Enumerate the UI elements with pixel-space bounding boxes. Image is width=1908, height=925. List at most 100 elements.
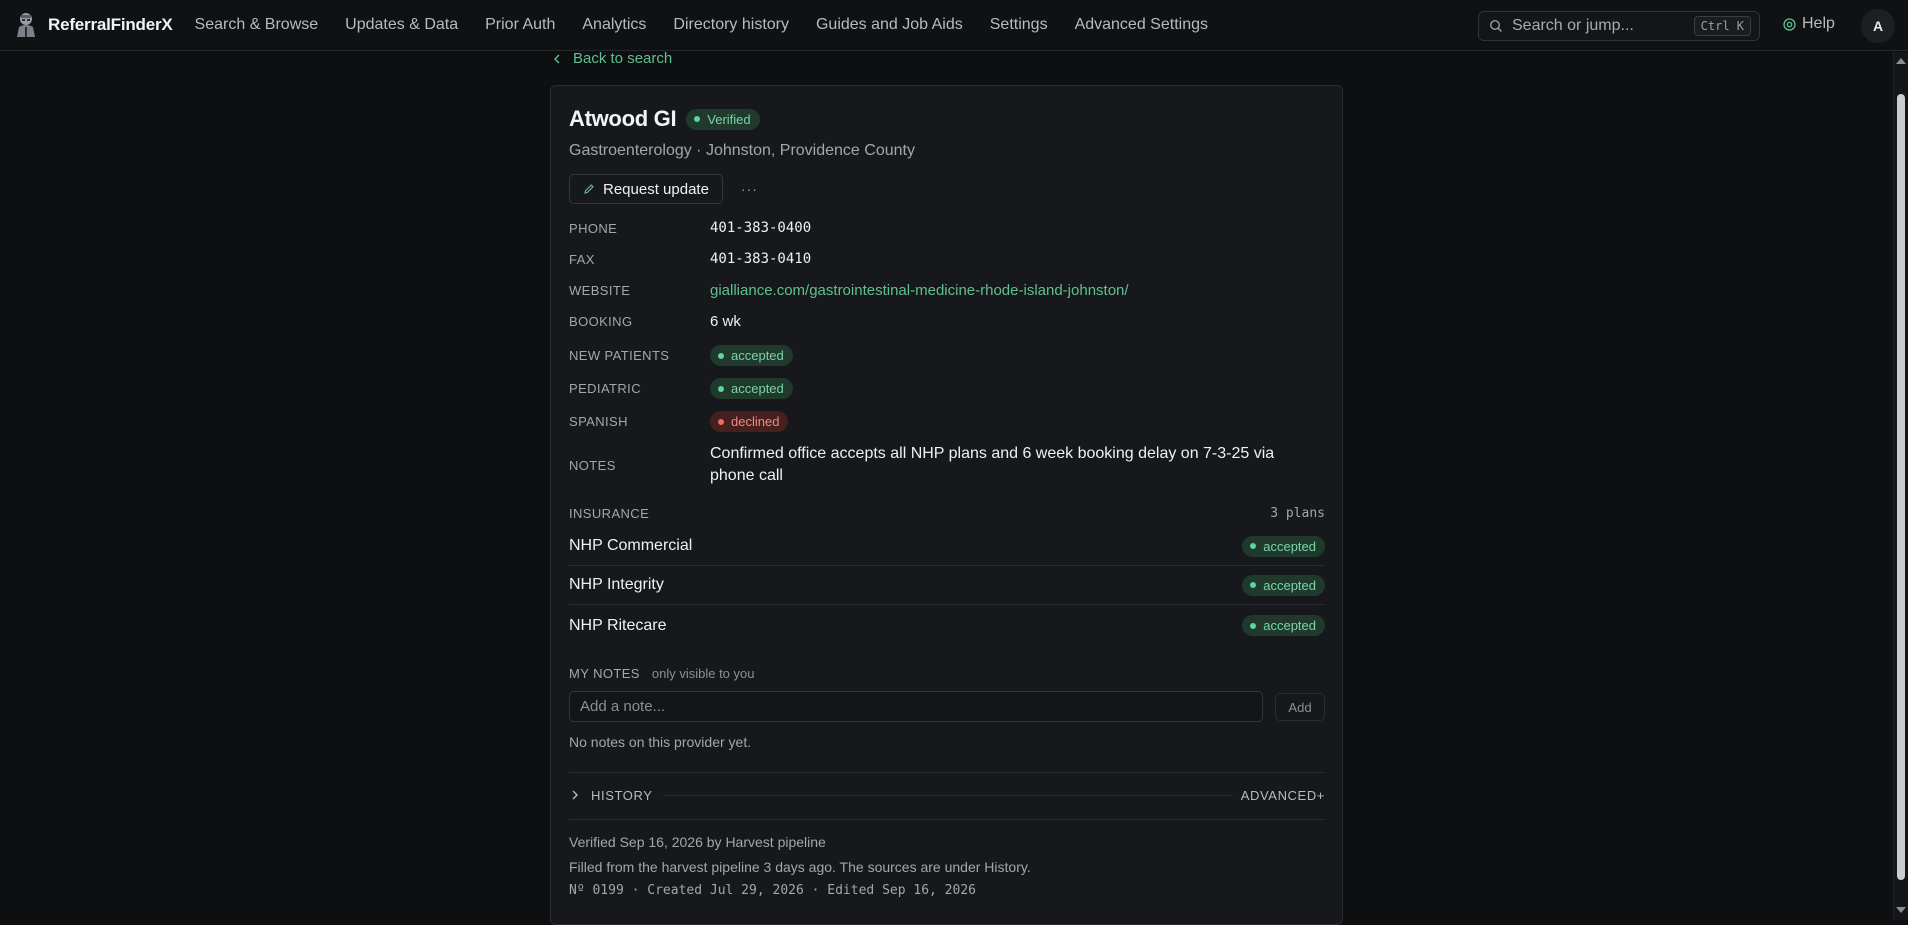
scroll-up-icon[interactable] <box>1896 58 1906 64</box>
website-label: WEBSITE <box>569 283 631 298</box>
plan-name: NHP Ritecare <box>569 616 667 634</box>
insurance-header: INSURANCE 3 plans <box>569 506 1325 521</box>
add-note-input[interactable]: Add a note... <box>569 691 1263 722</box>
user-avatar[interactable]: A <box>1861 9 1895 43</box>
provider-header: Atwood GI Verified <box>569 106 1325 132</box>
nav-analytics[interactable]: Analytics <box>582 16 646 34</box>
phone-value: 401-383-0400 <box>710 220 812 236</box>
verified-label: Verified <box>707 111 751 127</box>
pediatric-label: PEDIATRIC <box>569 381 641 396</box>
booking-value: 6 wk <box>710 313 741 330</box>
nav-guides-job-aids[interactable]: Guides and Job Aids <box>816 16 963 34</box>
request-update-label: Request update <box>603 180 709 198</box>
nav-prior-auth[interactable]: Prior Auth <box>485 16 555 34</box>
divider <box>569 772 1325 773</box>
insurance-plan-row: NHP Ritecare accepted <box>569 606 1325 645</box>
provider-card: Atwood GI Verified Gastroenterology · Jo… <box>550 85 1343 925</box>
provider-name: Atwood GI <box>569 106 677 131</box>
main-nav: Search & Browse Updates & Data Prior Aut… <box>195 16 1235 34</box>
plan-name: NHP Integrity <box>569 576 664 593</box>
phone-label: PHONE <box>569 220 618 236</box>
back-link-label: Back to search <box>573 50 673 67</box>
verified-badge: Verified <box>686 108 760 130</box>
nav-advanced-settings[interactable]: Advanced Settings <box>1075 16 1208 34</box>
add-note-button[interactable]: Add <box>1275 693 1325 721</box>
spanish-badge: declined <box>710 411 789 432</box>
booking-row: BOOKING 6 wk <box>569 313 1325 330</box>
search-shortcut-hint: Ctrl K <box>1693 16 1751 36</box>
my-notes-header: MY NOTES only visible to you <box>569 666 1325 681</box>
request-update-button[interactable]: Request update <box>569 174 723 204</box>
nav-updates-data[interactable]: Updates & Data <box>345 16 458 34</box>
notes-value: Confirmed office accepts all NHP plans a… <box>710 445 1275 484</box>
status-dot-icon <box>718 352 724 359</box>
scrollbar-thumb[interactable] <box>1897 94 1905 880</box>
search-icon <box>1489 19 1502 32</box>
fax-value: 401-383-0410 <box>710 251 812 267</box>
pediatric-badge: accepted <box>710 378 793 399</box>
record-info: Nº 0199 · Created Jul 29, 2026 · Edited … <box>569 883 976 898</box>
filled-info: Filled from the harvest pipeline 3 days … <box>569 859 1031 875</box>
new-patients-badge: accepted <box>710 345 793 366</box>
provider-actions: Request update ··· <box>569 174 1325 204</box>
logo-icon <box>17 13 35 37</box>
nav-search-browse[interactable]: Search & Browse <box>195 16 319 34</box>
notes-row: NOTES Confirmed office accepts all NHP p… <box>569 443 1325 487</box>
status-dot-icon <box>694 116 701 122</box>
status-dot-icon <box>1250 582 1257 588</box>
app-name: ReferralFinderX <box>48 15 173 34</box>
plan-status: accepted <box>1263 538 1316 554</box>
nav-settings[interactable]: Settings <box>990 16 1048 34</box>
chevron-right-icon[interactable] <box>571 790 579 800</box>
plan-status-badge: accepted <box>1242 574 1325 596</box>
insurance-plan-row: NHP Integrity accepted <box>569 566 1325 605</box>
insurance-label: INSURANCE <box>569 506 650 521</box>
brand[interactable]: ReferralFinderX <box>14 12 173 38</box>
status-dot-icon <box>1250 543 1257 549</box>
history-label[interactable]: HISTORY <box>591 788 653 803</box>
my-notes-label: MY NOTES <box>569 666 640 681</box>
status-dot-icon <box>1250 622 1257 629</box>
status-dot-icon <box>718 385 724 392</box>
advanced-toggle[interactable]: ADVANCED+ <box>1241 788 1325 803</box>
plan-status: accepted <box>1263 618 1316 633</box>
history-rule <box>662 794 1233 796</box>
help-link[interactable]: Help <box>1783 15 1835 33</box>
pediatric-row: PEDIATRIC accepted <box>569 378 1325 399</box>
fax-row: FAX 401-383-0410 <box>569 251 1325 267</box>
spanish-row: SPANISH declined <box>569 411 1325 432</box>
help-label: Help <box>1802 15 1835 32</box>
spanish-value: declined <box>731 414 780 429</box>
phone-row: PHONE 401-383-0400 <box>569 220 1325 236</box>
history-section-toggle[interactable]: HISTORY ADVANCED+ <box>569 785 1325 805</box>
nav-directory-history[interactable]: Directory history <box>673 16 789 34</box>
search-placeholder: Search or jump... <box>1512 17 1634 34</box>
status-dot-icon <box>718 418 724 425</box>
new-patients-row: NEW PATIENTS accepted <box>569 345 1325 366</box>
insurance-plan-row: NHP Commercial accepted <box>569 527 1325 566</box>
verified-info: Verified Sep 16, 2026 by Harvest pipelin… <box>569 834 826 850</box>
divider <box>569 819 1325 820</box>
spanish-label: SPANISH <box>569 414 628 429</box>
plan-status: accepted <box>1263 577 1316 593</box>
scroll-down-icon[interactable] <box>1896 907 1906 913</box>
pediatric-value: accepted <box>731 381 784 396</box>
plan-status-badge: accepted <box>1242 615 1325 636</box>
no-notes-message: No notes on this provider yet. <box>569 734 752 750</box>
notes-label: NOTES <box>569 457 616 473</box>
pencil-icon <box>584 184 594 194</box>
booking-label: BOOKING <box>569 314 633 329</box>
global-search-input[interactable]: Search or jump... Ctrl K <box>1478 11 1760 41</box>
help-icon <box>1783 17 1796 31</box>
provider-subtitle: Gastroenterology · Johnston, Providence … <box>569 142 915 159</box>
plan-status-badge: accepted <box>1242 535 1325 557</box>
more-options-button[interactable]: ··· <box>741 181 758 197</box>
new-patients-value: accepted <box>731 348 784 363</box>
plan-name: NHP Commercial <box>569 537 693 554</box>
back-to-search-link[interactable]: Back to search <box>553 50 672 67</box>
website-row: WEBSITE gialliance.com/gastrointestinal-… <box>569 282 1325 299</box>
my-notes-visibility: only visible to you <box>651 666 755 681</box>
chevron-left-icon <box>554 54 560 63</box>
new-patients-label: NEW PATIENTS <box>569 348 670 363</box>
website-link[interactable]: gialliance.com/gastrointestinal-medicine… <box>710 282 1129 299</box>
